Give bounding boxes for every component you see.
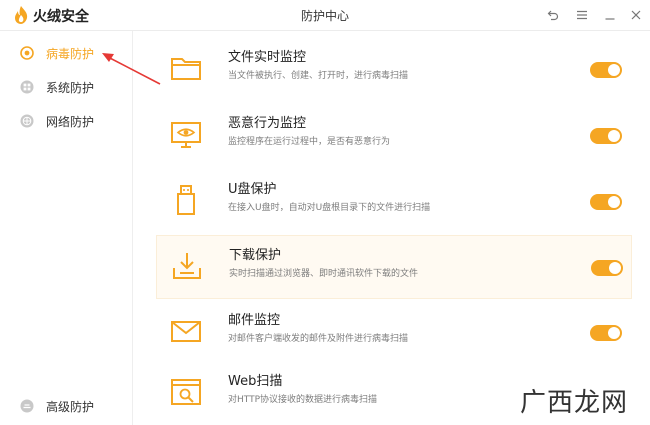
usb-drive-icon bbox=[177, 185, 195, 215]
feature-description: 监控程序在运行过程中，是否有恶意行为 bbox=[228, 137, 391, 147]
feature-description: 对HTTP协议接收的数据进行病毒扫描 bbox=[228, 395, 378, 405]
toggle-knob bbox=[608, 196, 620, 208]
feature-toggle[interactable] bbox=[590, 62, 622, 78]
toggle-knob bbox=[608, 327, 620, 339]
system-protection-icon bbox=[20, 80, 34, 94]
feature-toggle[interactable] bbox=[590, 128, 622, 144]
feature-description: 当文件被执行、创建、打开时，进行病毒扫描 bbox=[228, 71, 409, 81]
menu-icon[interactable] bbox=[572, 5, 592, 25]
sidebar-item-label: 病毒防护 bbox=[46, 47, 95, 61]
download-icon bbox=[173, 253, 201, 279]
feature-row-file-monitor: 文件实时监控 当文件被执行、创建、打开时，进行病毒扫描 bbox=[156, 38, 630, 100]
back-icon[interactable] bbox=[543, 5, 563, 25]
feature-title: Web扫描 bbox=[228, 374, 283, 389]
network-protection-icon bbox=[20, 114, 34, 128]
folder-icon bbox=[171, 58, 201, 80]
feature-toggle[interactable] bbox=[590, 194, 622, 210]
minimize-icon[interactable] bbox=[600, 5, 620, 25]
toggle-knob bbox=[608, 130, 620, 142]
feature-title: 恶意行为监控 bbox=[228, 116, 307, 131]
feature-row-mail-monitor: 邮件监控 对邮件客户端收发的邮件及附件进行病毒扫描 bbox=[156, 301, 630, 363]
advanced-protection-icon bbox=[20, 399, 34, 413]
sidebar-item-network-protection[interactable]: 网络防护 bbox=[0, 106, 132, 136]
feature-toggle[interactable] bbox=[590, 325, 622, 341]
mail-icon bbox=[171, 321, 201, 342]
feature-title: 文件实时监控 bbox=[228, 50, 307, 65]
watermark: 广西龙网 bbox=[520, 380, 644, 418]
sidebar-item-label: 高级防护 bbox=[46, 400, 95, 414]
watermark-text: 广西龙网 bbox=[520, 388, 629, 418]
feature-title: 下载保护 bbox=[229, 248, 282, 263]
annotation-arrow-icon bbox=[102, 53, 161, 85]
sidebar: 病毒防护 系统防护 网络防护 高级防护 bbox=[0, 31, 133, 425]
web-scan-icon bbox=[171, 379, 201, 405]
title-bar: 火绒安全 防护中心 bbox=[0, 0, 650, 31]
sidebar-item-advanced-protection[interactable]: 高级防护 bbox=[0, 391, 132, 421]
sidebar-item-label: 网络防护 bbox=[46, 115, 95, 129]
feature-title: 邮件监控 bbox=[228, 313, 281, 328]
feature-title: U盘保护 bbox=[228, 182, 277, 197]
monitor-eye-icon bbox=[171, 122, 201, 148]
toggle-knob bbox=[609, 262, 621, 274]
feature-description: 实时扫描通过浏览器、即时通讯软件下载的文件 bbox=[229, 269, 419, 279]
feature-description: 在接入U盘时，自动对U盘根目录下的文件进行扫描 bbox=[228, 203, 431, 213]
toggle-knob bbox=[608, 64, 620, 76]
feature-row-download-protection: 下载保护 实时扫描通过浏览器、即时通讯软件下载的文件 bbox=[156, 235, 632, 299]
feature-row-usb-protection: U盘保护 在接入U盘时，自动对U盘根目录下的文件进行扫描 bbox=[156, 170, 630, 232]
feature-description: 对邮件客户端收发的邮件及附件进行病毒扫描 bbox=[228, 334, 409, 344]
sidebar-item-label: 系统防护 bbox=[46, 81, 95, 95]
feature-toggle[interactable] bbox=[591, 260, 623, 276]
feature-row-behavior-monitor: 恶意行为监控 监控程序在运行过程中，是否有恶意行为 bbox=[156, 104, 630, 166]
virus-protection-icon bbox=[20, 46, 34, 60]
close-icon[interactable] bbox=[626, 5, 646, 25]
